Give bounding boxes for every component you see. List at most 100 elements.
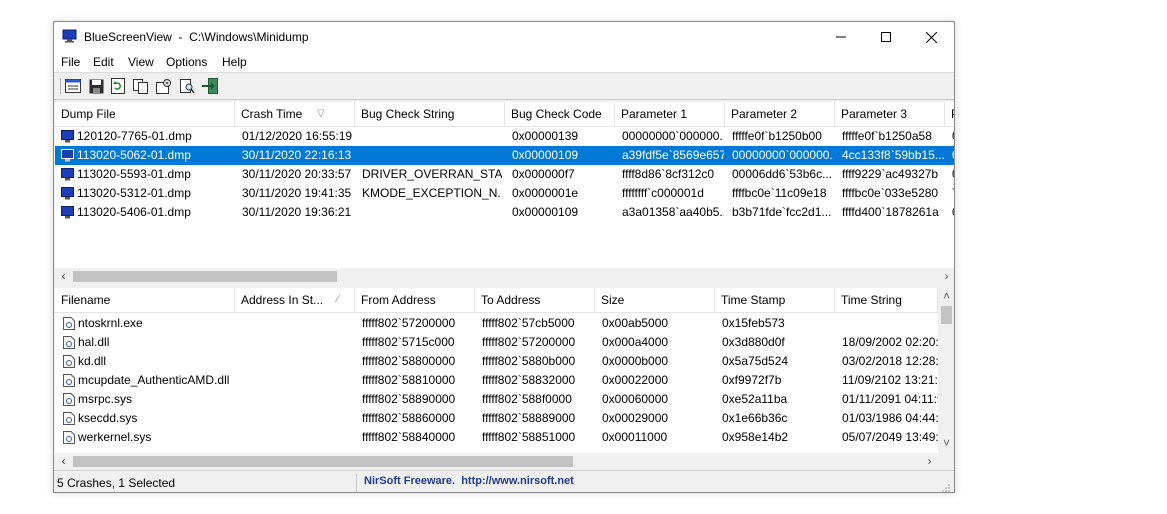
maximize-icon [880,32,891,42]
cell-crash-time: 30/11/2020 19:36:21 [242,205,352,219]
cell-address-in-stack [242,390,352,409]
scrollbar-thumb[interactable] [73,456,573,467]
advanced-options-button[interactable] [155,77,173,95]
table-row[interactable]: msrpc.sys fffff802`58890000 fffff802`588… [55,390,954,409]
save-icon [89,79,103,93]
app-window: BlueScreenView - C:\Windows\Minidump Fil… [53,21,955,493]
file-icon [63,317,75,330]
exit-button[interactable] [201,77,219,95]
save-button[interactable] [87,77,105,95]
minimize-button[interactable] [818,22,863,52]
menu-edit[interactable]: Edit [93,55,114,69]
table-row[interactable]: 113020-5406-01.dmp 30/11/2020 19:36:21 0… [55,203,954,222]
column-address-in-stack[interactable]: Address In St... ⁄ [235,288,355,312]
file-icon [63,431,75,444]
find-button[interactable] [178,77,196,95]
cell-bug-check-string [362,127,502,146]
menu-view[interactable]: View [128,55,154,69]
column-parameter-3[interactable]: Parameter 3 [835,102,945,126]
cell-from-address: fffff802`58890000 [362,392,456,406]
scroll-right-icon[interactable]: › [938,268,954,285]
cell-bug-check-string: KMODE_EXCEPTION_N... [362,186,502,200]
cell-bug-check-string: DRIVER_OVERRAN_STAC... [362,167,502,181]
cell-bug-check-code: 0x000000f7 [512,167,575,181]
scroll-down-icon[interactable]: ˅ [938,435,954,452]
cell-filename: mcupdate_AuthenticAMD.dll [78,373,230,387]
column-bug-check-string[interactable]: Bug Check String [355,102,505,126]
properties-icon [65,79,81,93]
table-row[interactable]: werkernel.sys fffff802`58840000 fffff802… [55,428,954,447]
maximize-button[interactable] [863,22,908,52]
column-dump-file[interactable]: Dump File [55,102,235,126]
copy-icon [133,78,148,94]
column-parameter-4[interactable]: P [945,102,954,126]
cell-time-string [842,314,938,333]
scrollbar-thumb[interactable] [73,271,337,282]
cell-filename: werkernel.sys [78,430,152,444]
cell-from-address: fffff802`58860000 [362,411,456,425]
file-icon [63,374,75,387]
cell-parameter-3: ffff9229`ac49327b [842,167,939,181]
cell-size: 0x000a4000 [602,335,669,349]
copy-button[interactable] [132,77,150,95]
scrollbar-thumb[interactable] [941,306,952,324]
monitor-icon [62,29,77,43]
cell-size: 0x00029000 [602,411,669,425]
cell-parameter-4: 0 [952,146,954,165]
nirsoft-link[interactable]: NirSoft Freeware. http://www.nirsoft.net [364,475,574,487]
cell-bug-check-code: 0x00000109 [512,205,579,219]
cell-address-in-stack [242,333,352,352]
vertical-scrollbar[interactable]: ˄ ˅ [938,288,954,453]
horizontal-scrollbar[interactable]: ‹ › [55,268,954,285]
column-filename[interactable]: Filename [55,288,235,312]
scroll-left-icon[interactable]: ‹ [55,453,72,470]
column-from-address[interactable]: From Address [355,288,475,312]
refresh-button[interactable] [109,77,127,95]
column-bug-check-code[interactable]: Bug Check Code [505,102,615,126]
menu-options[interactable]: Options [166,55,207,69]
table-row[interactable]: kd.dll fffff802`58800000 fffff802`5880b0… [55,352,954,371]
column-size[interactable]: Size [595,288,715,312]
title-bar[interactable]: BlueScreenView - C:\Windows\Minidump [54,22,954,52]
table-row[interactable]: 113020-5312-01.dmp 30/11/2020 19:41:35 K… [55,184,954,203]
table-row[interactable]: ntoskrnl.exe fffff802`57200000 fffff802`… [55,314,954,333]
column-time-string[interactable]: Time String [835,288,938,312]
refresh-icon [111,78,125,94]
horizontal-scrollbar[interactable]: ‹ › [55,453,954,470]
table-row[interactable]: ksecdd.sys fffff802`58860000 fffff802`58… [55,409,954,428]
scroll-right-icon[interactable]: › [921,453,938,470]
cell-bug-check-code: 0x00000109 [512,148,579,162]
column-parameter-1[interactable]: Parameter 1 [615,102,725,126]
bsod-file-icon [61,149,74,165]
column-crash-time-label: Crash Time [241,107,303,121]
cell-crash-time: 01/12/2020 16:55:19 [242,129,352,143]
cell-time-string: 01/11/2091 04:11:5 [842,392,938,406]
cell-parameter-1: 00000000`000000... [622,129,724,143]
menu-file[interactable]: File [61,55,80,69]
scroll-left-icon[interactable]: ‹ [55,268,72,285]
column-address-in-stack-label: Address In St... [241,293,324,307]
close-icon [926,31,937,43]
menu-help[interactable]: Help [222,55,247,69]
column-to-address[interactable]: To Address [475,288,595,312]
close-button[interactable] [909,22,954,52]
column-time-stamp[interactable]: Time Stamp [715,288,835,312]
status-divider [356,474,357,492]
crash-count-status: 5 Crashes, 1 Selected [57,476,176,490]
cell-to-address: fffff802`57cb5000 [482,316,575,330]
cell-crash-time: 30/11/2020 20:33:57 [242,167,352,181]
table-row[interactable]: hal.dll fffff802`5715c000 fffff802`57200… [55,333,954,352]
scroll-up-icon[interactable]: ˄ [938,288,954,305]
cell-address-in-stack [242,409,352,428]
properties-button[interactable] [64,77,82,95]
column-crash-time[interactable]: Crash Time ▽ [235,102,355,126]
column-parameter-2[interactable]: Parameter 2 [725,102,835,126]
table-row[interactable]: 113020-5593-01.dmp 30/11/2020 20:33:57 D… [55,165,954,184]
cell-time-stamp: 0x1e66b36c [722,411,788,425]
cell-size: 0x00022000 [602,373,669,387]
bsod-file-icon [61,206,74,222]
resize-grip-icon[interactable] [941,482,951,492]
table-row[interactable]: mcupdate_AuthenticAMD.dll fffff802`58810… [55,371,954,390]
table-row-selected[interactable]: 113020-5062-01.dmp 30/11/2020 22:16:13 0… [55,146,954,165]
table-row[interactable]: 120120-7765-01.dmp 01/12/2020 16:55:19 0… [55,127,954,146]
